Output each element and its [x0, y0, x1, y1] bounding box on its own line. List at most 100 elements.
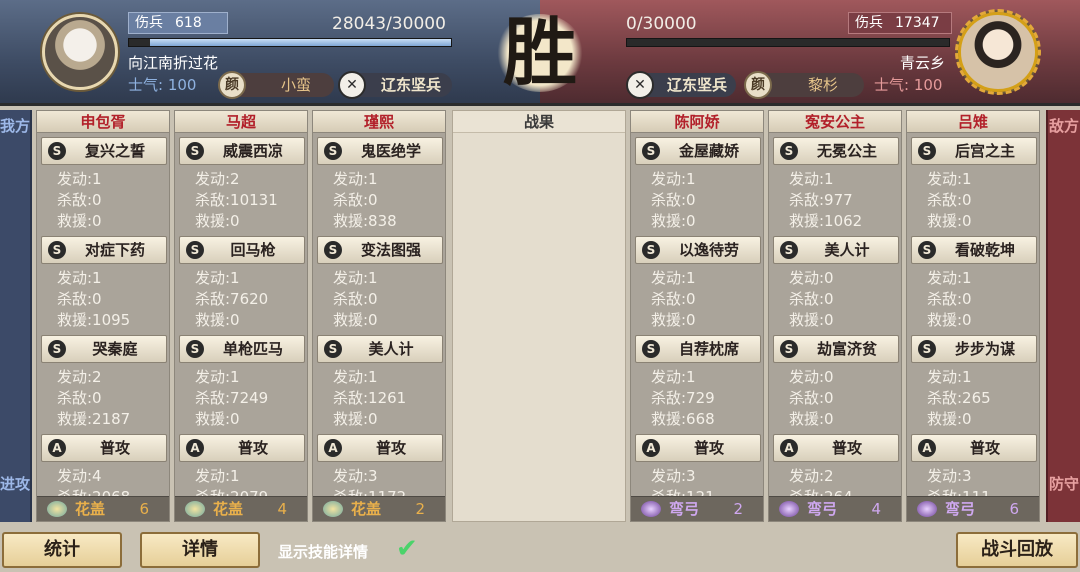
skill-stat: 救援:0 — [789, 311, 834, 329]
troop-footer: 花盖 2 — [313, 496, 445, 521]
skill-s-icon: S — [324, 241, 342, 259]
skill-name: 回马枪 — [230, 241, 276, 259]
skill-button[interactable]: S 自荐枕席 — [635, 335, 761, 363]
troop-footer: 弯弓 2 — [631, 496, 763, 521]
player-avatar-right[interactable] — [955, 9, 1041, 95]
skill-button[interactable]: S 后宫之主 — [911, 137, 1037, 165]
skill-stat: 救援:0 — [333, 410, 378, 428]
tag-name-right: 黎杉 — [807, 76, 838, 94]
skill-list[interactable]: S 无冕公主 发动:1 杀敌:977 救援:1062 S 美人计 发动:0 杀敌:0 救援:0 S 劫… — [769, 133, 901, 499]
skill-button[interactable]: S 无冕公主 — [773, 137, 899, 165]
skill-stat: 杀敌:0 — [927, 290, 972, 308]
troop-type-left-label: 辽东坚兵 — [380, 76, 441, 94]
troop-type-right-label: 辽东坚兵 — [666, 76, 727, 94]
skill-a-icon: A — [186, 439, 204, 457]
skill-stat: 杀敌:0 — [333, 191, 378, 209]
casualties-value-right: 17347 — [895, 15, 940, 31]
skill-button[interactable]: S 以逸待劳 — [635, 236, 761, 264]
player-avatar-left[interactable] — [42, 14, 118, 90]
troop-bar-right — [626, 38, 950, 47]
skill-button[interactable]: S 步步为谋 — [911, 335, 1037, 363]
skill-button[interactable]: A 普攻 — [317, 434, 443, 462]
skill-stat: 发动:1 — [57, 269, 102, 287]
skill-name: 后宫之主 — [954, 142, 1015, 160]
skill-stat: 杀敌:7249 — [195, 389, 269, 407]
skill-list[interactable]: S 复兴之誓 发动:1 杀敌:0 救援:0 S 对症下药 发动:1 杀敌:0 救援:1095 S 哭秦… — [37, 133, 169, 499]
skill-name: 劫富济贫 — [816, 340, 877, 358]
troop-count: 6 — [139, 500, 149, 518]
skill-stat: 发动:2 — [789, 467, 834, 485]
battle-replay-button[interactable]: 战斗回放 — [956, 532, 1078, 568]
skill-list[interactable]: S 金屋藏娇 发动:1 杀敌:0 救援:0 S 以逸待劳 发动:1 杀敌:0 救援:0 S 自荐枕席发… — [631, 133, 763, 499]
skill-button[interactable]: S 美人计 — [317, 335, 443, 363]
stats-button[interactable]: 统计 — [2, 532, 122, 568]
skill-button[interactable]: S 变法图强 — [317, 236, 443, 264]
skill-stat: 杀敌:0 — [789, 290, 834, 308]
victory-text: 胜 — [503, 10, 577, 96]
skill-button[interactable]: A 普攻 — [41, 434, 167, 462]
skill-button[interactable]: A 普攻 — [179, 434, 305, 462]
skill-stat: 发动:1 — [927, 368, 972, 386]
skill-stat: 杀敌:0 — [651, 191, 696, 209]
morale-label-right: 士气 — [874, 76, 905, 94]
checkmark-icon[interactable]: ✔ — [396, 536, 428, 562]
skill-stat: 发动:1 — [333, 368, 378, 386]
skill-name: 普攻 — [969, 439, 1000, 457]
skill-stat: 发动:1 — [651, 368, 696, 386]
skill-name: 以逸待劳 — [678, 241, 739, 259]
skill-stat: 救援:838 — [333, 212, 397, 230]
horse-icon — [323, 501, 343, 517]
skill-list[interactable]: S 后宫之主 发动:1 杀敌:0 救援:0 S 看破乾坤 发动:1 杀敌:0 救援:0 S 步步为谋发… — [907, 133, 1039, 499]
skill-list[interactable]: S 鬼医绝学 发动:1 杀敌:0 救援:838 S 变法图强 发动:1 杀敌:0 救援:0 S 美人计… — [313, 133, 445, 499]
skill-button[interactable]: S 哭秦庭 — [41, 335, 167, 363]
tag-badge-left: 颜 — [218, 71, 246, 99]
skill-button[interactable]: S 金屋藏娇 — [635, 137, 761, 165]
skill-stat: 杀敌:0 — [57, 191, 102, 209]
skill-stat: 发动:2 — [57, 368, 102, 386]
skill-button[interactable]: S 美人计 — [773, 236, 899, 264]
skill-list[interactable]: S 威震西凉 发动:2 杀敌:10131 救援:0 S 回马枪 发动:1 杀敌:7620 救援:0… — [175, 133, 307, 499]
general-column: 瑾熙 S 鬼医绝学 发动:1 杀敌:0 救援:838 S 变法图强 发动:1 杀敌:0 救援:0 S 美… — [312, 110, 446, 522]
details-button[interactable]: 详情 — [140, 532, 260, 568]
skill-stat: 发动:1 — [651, 269, 696, 287]
skill-stat: 发动:1 — [333, 269, 378, 287]
skill-button[interactable]: A 普攻 — [773, 434, 899, 462]
skill-button[interactable]: S 看破乾坤 — [911, 236, 1037, 264]
side-right-bottom: 防守 — [1048, 475, 1079, 493]
skill-s-icon: S — [48, 340, 66, 358]
troop-footer: 弯弓 6 — [907, 496, 1039, 521]
morale-left: 士气: 100 — [128, 76, 197, 94]
skill-stat: 杀敌:977 — [789, 191, 853, 209]
skill-name: 看破乾坤 — [954, 241, 1015, 259]
skill-stat: 救援:0 — [927, 212, 972, 230]
skill-button[interactable]: S 回马枪 — [179, 236, 305, 264]
skill-stat: 发动:3 — [927, 467, 972, 485]
skill-stat: 发动:0 — [789, 368, 834, 386]
troops-left: 28043/30000 — [332, 14, 446, 34]
skill-button[interactable]: S 复兴之誓 — [41, 137, 167, 165]
skill-stat: 救援:0 — [927, 410, 972, 428]
skill-name: 对症下药 — [84, 241, 145, 259]
skill-button[interactable]: A 普攻 — [635, 434, 761, 462]
skill-button[interactable]: S 单枪匹马 — [179, 335, 305, 363]
skill-name: 普攻 — [831, 439, 862, 457]
skill-stat: 发动:1 — [57, 170, 102, 188]
skill-button[interactable]: S 威震西凉 — [179, 137, 305, 165]
skill-stat: 杀敌:0 — [927, 191, 972, 209]
skill-button[interactable]: S 鬼医绝学 — [317, 137, 443, 165]
skill-button[interactable]: S 劫富济贫 — [773, 335, 899, 363]
skill-stat: 发动:1 — [195, 368, 240, 386]
skill-stat: 救援:0 — [927, 311, 972, 329]
troop-footer: 花盖 6 — [37, 496, 169, 521]
skill-a-icon: A — [780, 439, 798, 457]
skill-button[interactable]: A 普攻 — [911, 434, 1037, 462]
skill-button[interactable]: S 对症下药 — [41, 236, 167, 264]
troop-type: 花盖 — [213, 500, 244, 518]
skill-stat: 发动:1 — [333, 170, 378, 188]
skill-s-icon: S — [324, 340, 342, 358]
skill-s-icon: S — [780, 241, 798, 259]
morale-value-left: 100 — [167, 76, 197, 94]
general-name: 吕雉 — [907, 111, 1039, 133]
morale-label-left: 士气 — [128, 76, 159, 94]
skill-stat: 救援:0 — [651, 311, 696, 329]
